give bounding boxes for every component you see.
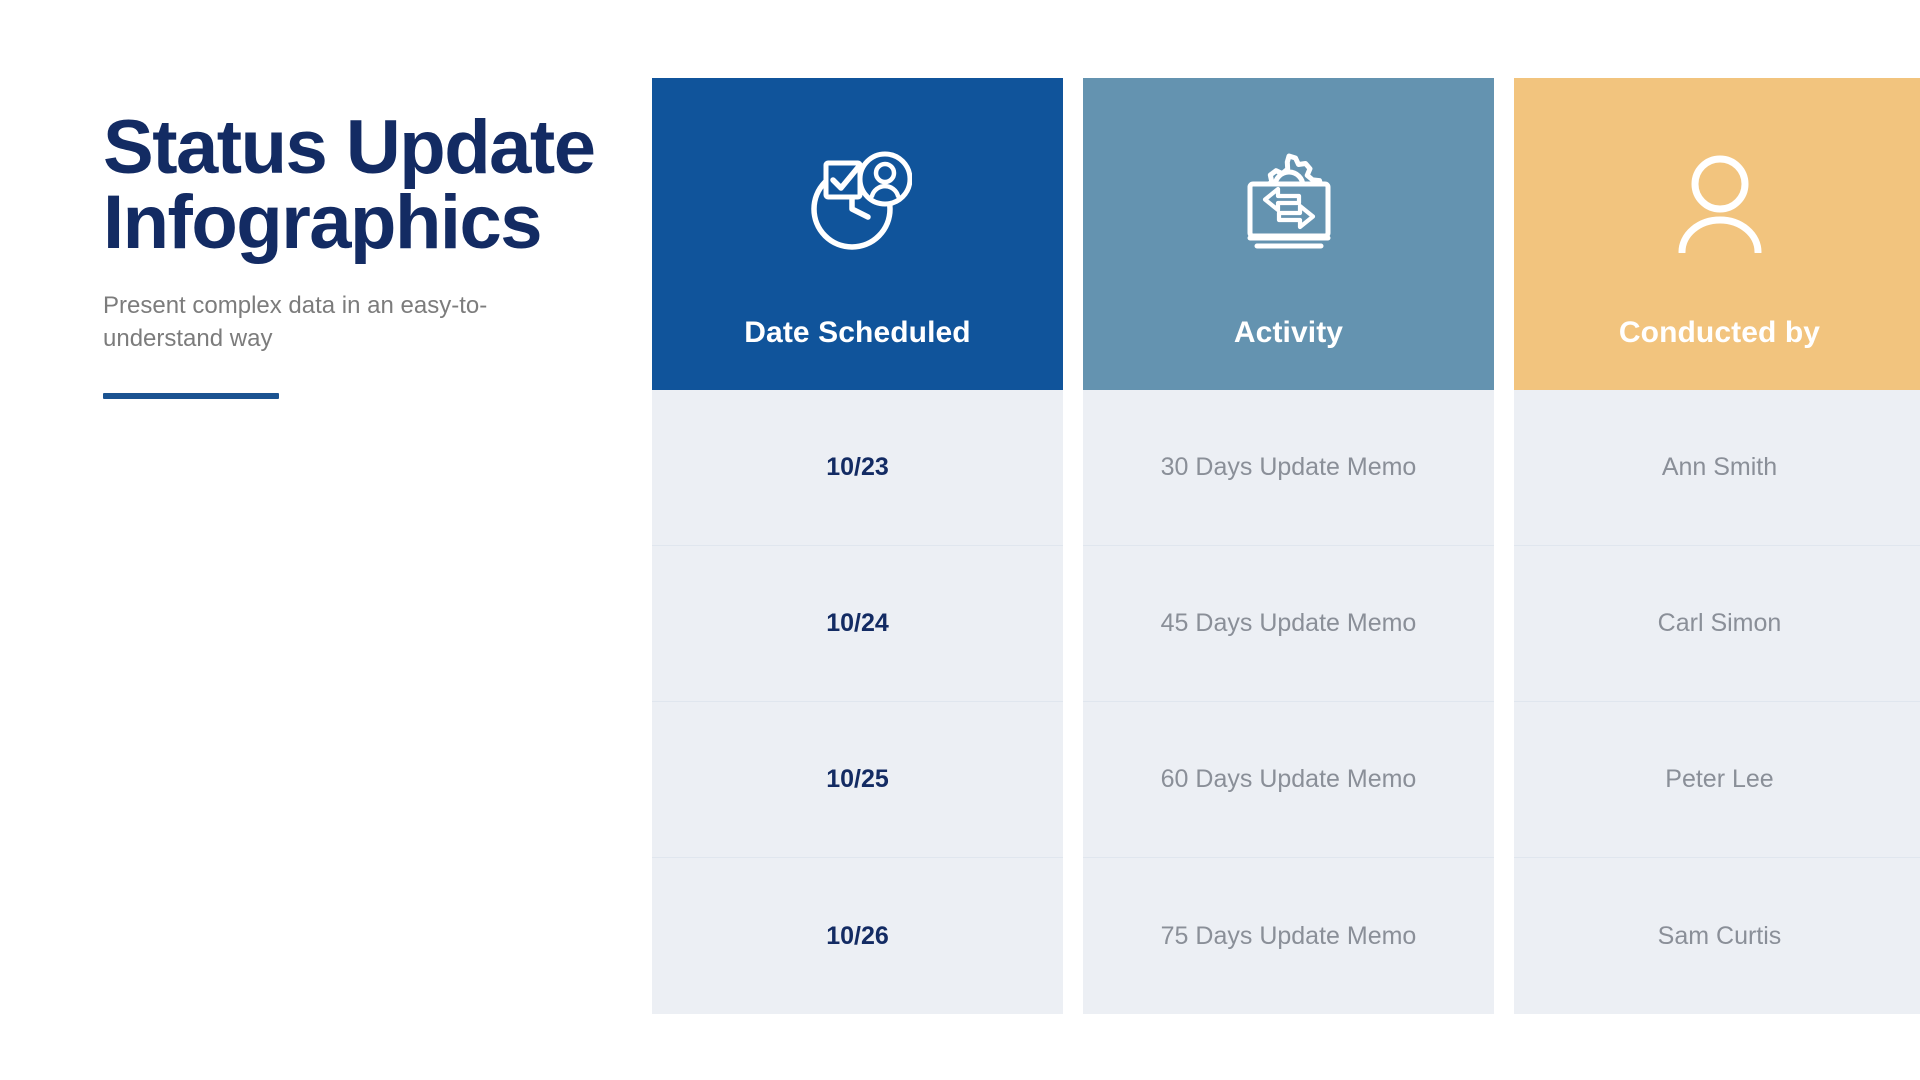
- table-cell[interactable]: Peter Lee: [1514, 702, 1920, 858]
- clock-check-person-icon: [804, 144, 912, 260]
- column-header-activity[interactable]: Activity: [1083, 78, 1494, 390]
- table-cell[interactable]: 10/23: [652, 390, 1063, 546]
- table-column-activity: Activity 30 Days Update Memo 45 Days Upd…: [1083, 78, 1494, 1014]
- table-cell[interactable]: Carl Simon: [1514, 546, 1920, 702]
- status-table: Date Scheduled 10/23 10/24 10/25 10/26 A…: [652, 78, 1920, 1014]
- table-cell[interactable]: 30 Days Update Memo: [1083, 390, 1494, 546]
- table-cell[interactable]: 75 Days Update Memo: [1083, 858, 1494, 1014]
- page-subtitle: Present complex data in an easy-to-under…: [103, 292, 488, 352]
- table-cell[interactable]: 10/26: [652, 858, 1063, 1014]
- cell-value: Ann Smith: [1661, 453, 1778, 481]
- table-cell[interactable]: Sam Curtis: [1514, 858, 1920, 1014]
- table-cell[interactable]: 45 Days Update Memo: [1083, 546, 1494, 702]
- table-cell[interactable]: 10/25: [652, 702, 1063, 858]
- page-title: Status Update Infographics: [103, 105, 596, 266]
- cell-value: 10/25: [826, 765, 889, 793]
- column-header-date-scheduled[interactable]: Date Scheduled: [652, 78, 1063, 390]
- cell-value: 60 Days Update Memo: [1160, 765, 1417, 793]
- cell-value: 75 Days Update Memo: [1160, 921, 1417, 950]
- cell-value: Carl Simon: [1657, 609, 1782, 637]
- cell-value: 10/26: [826, 921, 889, 950]
- cell-value: 10/24: [826, 609, 889, 637]
- column-header-label: Date Scheduled: [744, 316, 971, 349]
- table-cell[interactable]: 10/24: [652, 546, 1063, 702]
- monitor-gear-exchange-icon: [1237, 144, 1341, 260]
- person-icon: [1674, 144, 1766, 260]
- table-cell[interactable]: 60 Days Update Memo: [1083, 702, 1494, 858]
- cell-value: 45 Days Update Memo: [1160, 609, 1417, 637]
- slide-canvas: Status Update Infographics Present compl…: [0, 0, 1920, 1080]
- cell-value: 10/23: [826, 453, 889, 481]
- table-column-conducted-by: Conducted by Ann Smith Carl Simon Peter …: [1514, 78, 1920, 1014]
- column-header-label: Conducted by: [1618, 316, 1821, 349]
- column-header-conducted-by[interactable]: Conducted by: [1514, 78, 1920, 390]
- table-column-date-scheduled: Date Scheduled 10/23 10/24 10/25 10/26: [652, 78, 1063, 1014]
- cell-value: Sam Curtis: [1657, 921, 1782, 950]
- table-cell[interactable]: Ann Smith: [1514, 390, 1920, 546]
- cell-value: 30 Days Update Memo: [1160, 453, 1417, 481]
- title-panel: Status Update Infographics Present compl…: [103, 105, 603, 400]
- column-header-label: Activity: [1233, 316, 1344, 349]
- accent-divider: [103, 393, 279, 400]
- cell-value: Peter Lee: [1665, 765, 1774, 793]
